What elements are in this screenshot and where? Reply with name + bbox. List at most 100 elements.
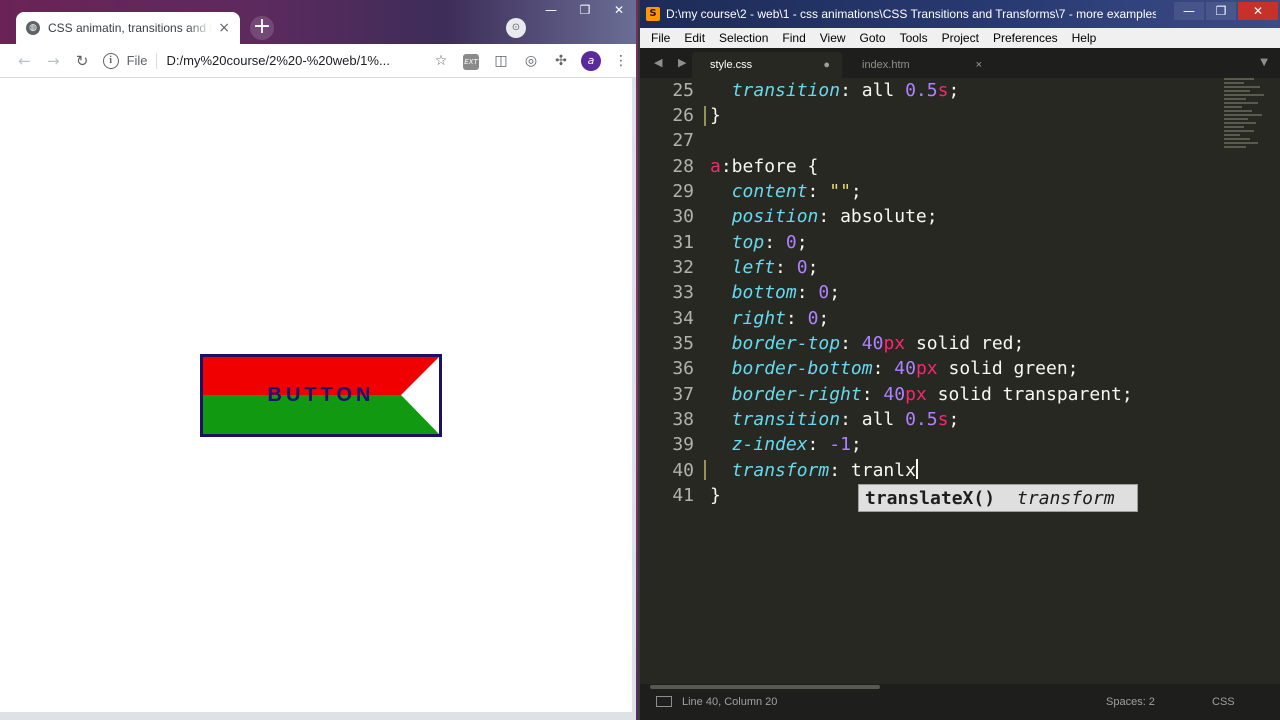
scrollbar-thumb[interactable] <box>650 685 880 689</box>
browser-tab[interactable]: ◍ CSS animatin, transitions and transfor… <box>16 12 240 44</box>
syntax-selector[interactable]: CSS <box>1212 696 1235 708</box>
editor-tab-bar: ◀ ▶ style.css ● index.htm × ▼ <box>640 48 1280 78</box>
code-line[interactable]: border-right: 40px solid transparent; <box>710 382 1133 407</box>
code-line[interactable]: transform: tranlx <box>710 458 918 483</box>
minimap-line <box>1224 98 1246 100</box>
code-token: } <box>710 485 721 506</box>
code-token-num: 40 <box>894 358 916 379</box>
modified-line-marker <box>704 460 706 480</box>
minimap-line <box>1224 130 1254 132</box>
back-button[interactable]: ← <box>10 52 39 70</box>
minimap[interactable] <box>1224 78 1278 158</box>
code-token-prop: transition <box>731 80 841 101</box>
code-line[interactable]: top: 0; <box>710 230 808 255</box>
menu-file[interactable]: File <box>644 31 677 45</box>
code-line[interactable]: border-top: 40px solid red; <box>710 331 1025 356</box>
code-line[interactable]: left: 0; <box>710 255 819 280</box>
code-line[interactable]: z-index: -1; <box>710 432 862 457</box>
menu-edit[interactable]: Edit <box>677 31 712 45</box>
close-tab-icon[interactable]: × <box>218 20 230 36</box>
unsaved-dot-icon[interactable]: ● <box>823 59 830 71</box>
camera-extension-icon[interactable]: ◎ <box>516 53 546 69</box>
forward-button[interactable]: → <box>39 52 68 70</box>
code-line[interactable]: border-bottom: 40px solid green; <box>710 356 1079 381</box>
menu-project[interactable]: Project <box>935 31 986 45</box>
line-number: 38 <box>672 409 694 430</box>
minimap-line <box>1224 138 1250 140</box>
tab-style-css[interactable]: style.css ● <box>692 52 842 78</box>
demo-button[interactable]: BUTTON <box>200 354 442 437</box>
code-token: : absolute; <box>818 206 938 227</box>
maximize-button[interactable]: ❐ <box>568 0 602 20</box>
tab-dropdown-icon[interactable]: ▼ <box>1260 57 1268 68</box>
menu-view[interactable]: View <box>813 31 853 45</box>
chrome-menu-icon[interactable]: ⋮ <box>606 53 636 69</box>
code-line[interactable]: } <box>710 103 721 128</box>
code-token-str: "" <box>829 181 851 202</box>
minimap-line <box>1224 102 1258 104</box>
tab-search-icon[interactable]: ⊙ <box>506 18 526 38</box>
code-editor[interactable]: 25 26 27 28 29 30 31 32 33 34 35 36 37 3… <box>640 78 1280 684</box>
code-line[interactable]: bottom: 0; <box>710 280 840 305</box>
tab-index-htm[interactable]: index.htm × <box>844 52 994 78</box>
code-line[interactable]: } <box>710 483 721 508</box>
minimap-line <box>1224 86 1260 88</box>
close-window-button[interactable]: ✕ <box>602 0 636 20</box>
indentation-setting[interactable]: Spaces: 2 <box>1106 696 1155 708</box>
menu-tools[interactable]: Tools <box>893 31 935 45</box>
info-icon[interactable]: i <box>102 52 119 69</box>
tab-label: style.css <box>710 59 753 71</box>
code-line[interactable]: content: ""; <box>710 179 862 204</box>
line-number: 41 <box>672 485 694 506</box>
autocomplete-suggestion[interactable]: translateX() <box>865 488 995 509</box>
screenshot-extension-icon[interactable]: ◫ <box>486 53 516 69</box>
extensions-puzzle-icon[interactable]: ✣ <box>546 53 576 69</box>
status-bar: Line 40, Column 20 Spaces: 2 CSS <box>640 690 1280 714</box>
minimize-button[interactable]: — <box>534 0 568 20</box>
menu-goto[interactable]: Goto <box>853 31 893 45</box>
globe-icon: ◍ <box>26 21 40 35</box>
code-line[interactable]: right: 0; <box>710 306 830 331</box>
address-bar[interactable]: i File D:/my%20course/2%20-%20web/1%... <box>102 47 420 75</box>
minimap-line <box>1224 122 1256 124</box>
minimap-line <box>1224 118 1248 120</box>
menu-preferences[interactable]: Preferences <box>986 31 1065 45</box>
maximize-button[interactable]: ❐ <box>1206 2 1236 20</box>
tab-label: index.htm <box>862 59 910 71</box>
ext-badge: EXT <box>463 53 479 70</box>
minimize-button[interactable]: — <box>1174 2 1204 20</box>
panel-toggle-icon[interactable] <box>656 696 672 707</box>
bookmark-star-icon[interactable]: ☆ <box>426 53 456 69</box>
code-token: ; <box>796 232 808 253</box>
reload-button[interactable]: ↻ <box>68 52 97 70</box>
avatar: a <box>581 50 601 71</box>
extension-icon[interactable]: EXT <box>456 52 486 70</box>
menu-selection[interactable]: Selection <box>712 31 775 45</box>
text-cursor <box>915 459 918 479</box>
profile-button[interactable]: a <box>576 50 606 71</box>
code-line[interactable]: transition: all 0.5s; <box>710 78 960 103</box>
close-tab-icon[interactable]: × <box>976 59 982 71</box>
menu-help[interactable]: Help <box>1065 31 1104 45</box>
chrome-window-controls: — ❐ ✕ <box>534 0 636 20</box>
code-line[interactable]: transition: all 0.5s; <box>710 407 960 432</box>
code-line[interactable]: position: absolute; <box>710 204 938 229</box>
menu-find[interactable]: Find <box>775 31 812 45</box>
code-token: ; <box>850 434 862 455</box>
close-window-button[interactable]: ✕ <box>1238 2 1278 20</box>
tab-nav-arrows-icon[interactable]: ◀ ▶ <box>654 56 692 69</box>
code-token: : <box>775 257 797 278</box>
sublime-window-controls: — ❐ ✕ <box>1172 2 1278 20</box>
line-number: 29 <box>672 181 694 202</box>
code-token: ; <box>807 257 819 278</box>
url-text[interactable]: D:/my%20course/2%20-%20web/1%... <box>167 53 395 68</box>
new-tab-button[interactable]: + <box>250 16 274 40</box>
line-number: 30 <box>672 206 694 227</box>
code-line[interactable]: a:before { <box>710 154 818 179</box>
autocomplete-popup[interactable]: translateX() transform <box>858 484 1138 512</box>
code-token-prop: z-index <box>731 434 808 455</box>
